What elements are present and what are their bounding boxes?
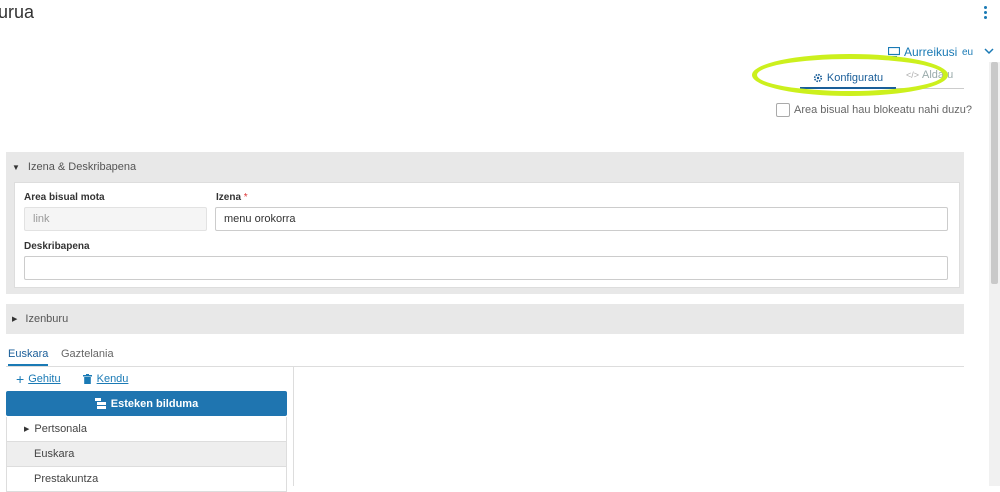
divider <box>293 366 294 486</box>
page-title: urua <box>0 2 35 22</box>
tree-item-euskara[interactable]: Euskara <box>6 442 287 467</box>
preview-label: Aurreikusi <box>904 45 958 59</box>
trash-icon <box>82 374 92 384</box>
stack-icon <box>94 398 106 409</box>
language-tabs: Euskara Gaztelania <box>6 344 964 367</box>
tree-item-label: Euskara <box>34 448 75 460</box>
type-label: Area bisual mota <box>24 192 105 203</box>
required-mark: * <box>243 192 248 203</box>
code-icon: </> <box>906 70 920 80</box>
add-label: Gehitu <box>28 373 61 385</box>
tab-konfiguratu[interactable]: Konfiguratu <box>800 69 896 89</box>
section-name-header[interactable]: ▼ Izena & Deskribapena <box>6 152 964 182</box>
more-options-icon[interactable] <box>983 6 989 20</box>
remove-label: Kendu <box>96 373 129 385</box>
tree-item-label: Pertsonala <box>34 423 87 435</box>
tab-euskara[interactable]: Euskara <box>8 348 49 366</box>
type-field: link <box>24 207 207 231</box>
links-collection-label: Esteken bilduma <box>110 397 199 410</box>
tab-gaztelania[interactable]: Gaztelania <box>61 348 114 360</box>
chevron-down-icon[interactable] <box>984 47 994 55</box>
add-button[interactable]: + Gehitu <box>16 371 61 387</box>
caret-right-icon: ▶ <box>24 426 30 433</box>
monitor-icon <box>888 46 900 57</box>
scrollbar-thumb[interactable] <box>991 62 998 284</box>
remove-button[interactable]: Kendu <box>82 373 129 385</box>
caret-down-icon: ▼ <box>12 162 20 172</box>
links-collection-button[interactable]: Esteken bilduma <box>6 391 287 416</box>
gear-icon <box>813 73 822 83</box>
tab-konfiguratu-label: Konfiguratu <box>826 72 884 84</box>
language-selector[interactable]: eu <box>962 47 973 58</box>
description-label: Deskribapena <box>24 241 90 252</box>
section-header-title: Izenburu <box>25 313 69 325</box>
lock-checkbox[interactable] <box>776 103 790 117</box>
plus-icon: + <box>16 371 25 387</box>
mode-tabs: Konfiguratu </> Aldatu <box>800 66 964 89</box>
section-header-header[interactable]: ▶ Izenburu <box>6 304 964 334</box>
name-field[interactable]: menu orokorra <box>215 207 948 231</box>
tree-item-label: Prestakuntza <box>34 473 99 485</box>
section-name-body: Area bisual mota link Izena * menu oroko… <box>6 182 964 294</box>
lock-label: Area bisual hau blokeatu nahi duzu? <box>794 104 972 116</box>
tree-item-pertsonala[interactable]: ▶ Pertsonala <box>6 417 287 442</box>
section-name-title: Izena & Deskribapena <box>27 161 137 173</box>
tab-aldatu[interactable]: </> Aldatu <box>906 69 953 81</box>
name-label-wrap: Izena * <box>216 192 248 203</box>
preview-button[interactable]: Aurreikusi <box>888 45 957 59</box>
tree-item-prestakuntza[interactable]: Prestakuntza <box>6 467 287 492</box>
name-label: Izena <box>216 192 242 203</box>
caret-right-icon: ▶ <box>12 316 18 323</box>
tab-aldatu-label: Aldatu <box>922 69 954 81</box>
section-name-form: Area bisual mota link Izena * menu oroko… <box>14 182 960 288</box>
lock-checkbox-row[interactable]: Area bisual hau blokeatu nahi duzu? <box>776 103 972 117</box>
description-field[interactable] <box>24 256 948 280</box>
tree-actions: + Gehitu Kendu <box>16 371 150 387</box>
